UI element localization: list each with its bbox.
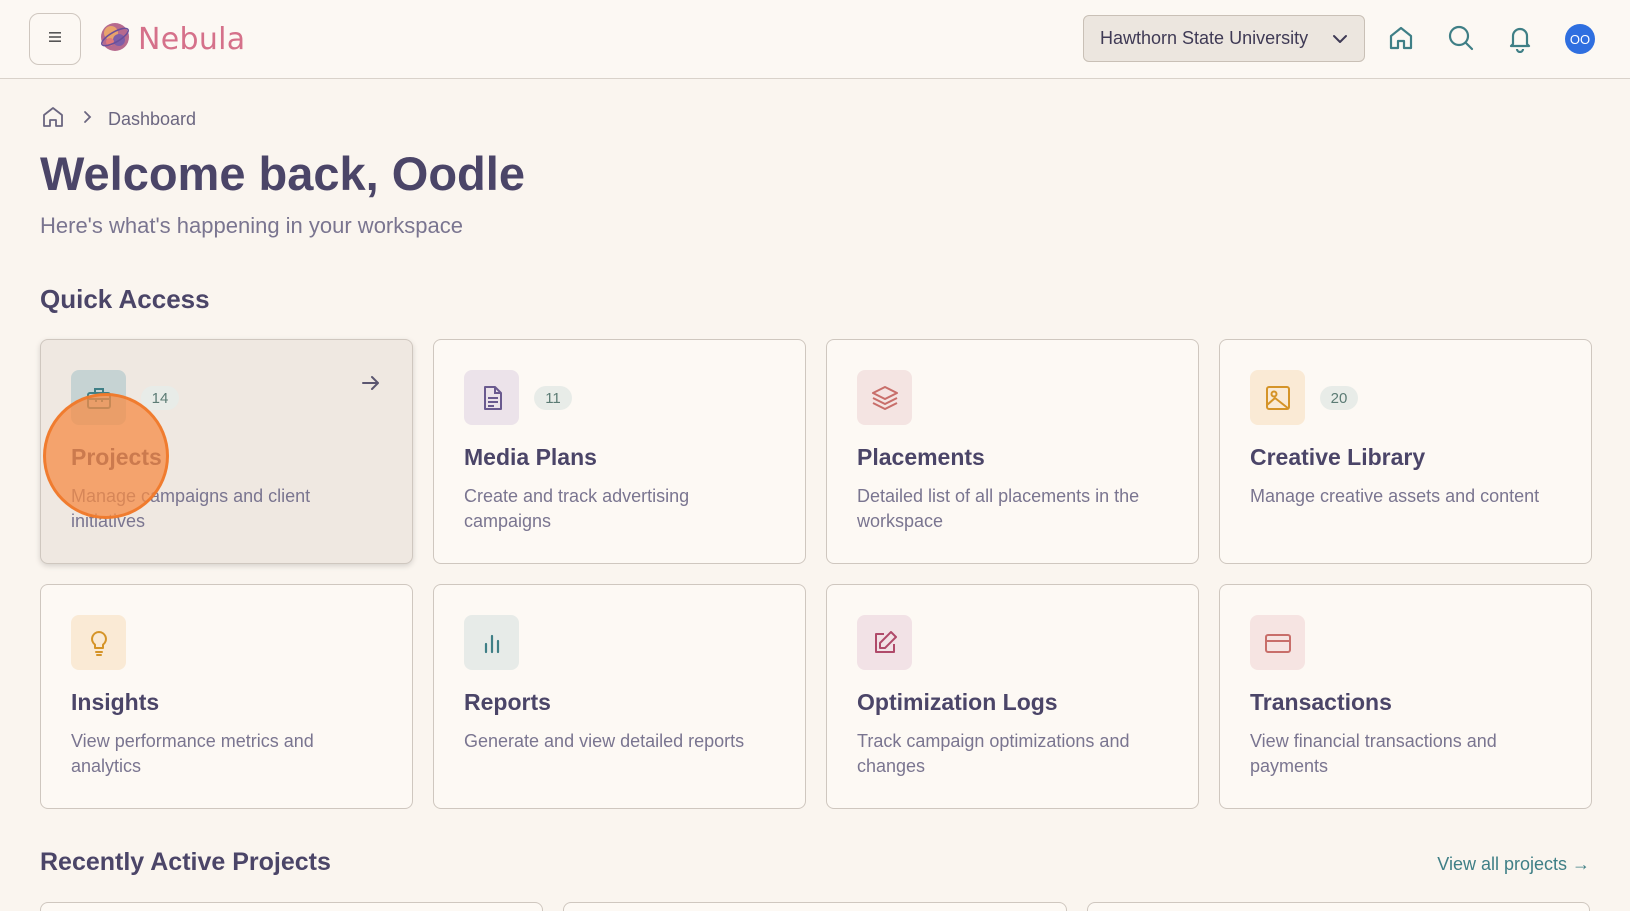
chevron-right-icon [80,110,94,129]
lightbulb-icon [71,615,126,670]
quick-access-heading: Quick Access [40,284,210,314]
top-bar: Nebula Hawthorn State University OO [0,0,1630,79]
app-name: Nebula [138,21,246,57]
card-description: Detailed list of all placements in the w… [857,486,1140,531]
card-title: Placements [857,444,985,470]
nebula-logo-icon [98,20,132,59]
chevron-down-icon [1330,29,1350,54]
card-description: Manage campaigns and client initiatives [71,486,311,531]
edit-icon [857,615,912,670]
card-badge: 14 [141,386,179,410]
card-reports[interactable]: Reports Generate and view detailed repor… [433,584,806,809]
card-projects[interactable]: 14 Projects Manage campaigns and client … [40,339,413,564]
card-title: Transactions [1250,689,1392,715]
arrow-right-icon [360,372,382,399]
project-card[interactable] [1087,902,1590,911]
image-icon [1250,370,1305,425]
card-title: Media Plans [464,444,597,470]
view-all-projects-link[interactable]: View all projects → [1437,854,1590,875]
card-title: Creative Library [1250,444,1426,470]
credit-card-icon [1250,615,1305,670]
card-title: Projects [71,444,162,470]
card-media-plans[interactable]: 11 Media Plans Create and track advertis… [433,339,806,564]
bell-icon[interactable] [1505,23,1535,54]
card-description: Create and track advertising campaigns [464,486,690,531]
page-subtitle: Here's what's happening in your workspac… [40,213,463,238]
app-logo[interactable]: Nebula [98,21,245,57]
briefcase-icon [71,370,126,425]
card-title: Optimization Logs [857,689,1058,715]
card-placements[interactable]: Placements Detailed list of all placemen… [826,339,1199,564]
card-title: Reports [464,689,551,715]
card-description: Generate and view detailed reports [464,731,745,751]
card-title: Insights [71,689,160,715]
search-icon[interactable] [1446,23,1476,53]
card-description: View financial transactions and payments [1250,731,1497,776]
project-card[interactable] [563,902,1067,911]
card-creative-library[interactable]: 20 Creative Library Manage creative asse… [1219,339,1592,564]
card-description: Track campaign optimizations and changes [857,731,1130,776]
organization-select-value: Hawthorn State University [1100,28,1309,48]
organization-select[interactable]: Hawthorn State University [1083,15,1365,62]
layers-icon [857,370,912,425]
card-transactions[interactable]: Transactions View financial transactions… [1219,584,1592,809]
menu-button[interactable] [29,13,81,65]
breadcrumb-home-icon[interactable] [40,104,66,135]
hamburger-icon [47,30,63,49]
document-icon [464,370,519,425]
card-description: View performance metrics and analytics [71,731,314,776]
breadcrumb-current: Dashboard [108,109,197,129]
card-description: Manage creative assets and content [1250,486,1540,506]
breadcrumb: Dashboard [40,104,196,135]
card-badge: 20 [1320,386,1358,410]
page-title: Welcome back, Oodle [40,147,525,200]
card-insights[interactable]: Insights View performance metrics and an… [40,584,413,809]
project-card[interactable] [40,902,543,911]
home-icon[interactable] [1386,23,1416,53]
bar-chart-icon [464,615,519,670]
card-optimization-logs[interactable]: Optimization Logs Track campaign optimiz… [826,584,1199,809]
recent-projects-heading: Recently Active Projects [40,848,331,876]
card-badge: 11 [534,386,572,410]
user-avatar[interactable]: OO [1565,24,1595,54]
